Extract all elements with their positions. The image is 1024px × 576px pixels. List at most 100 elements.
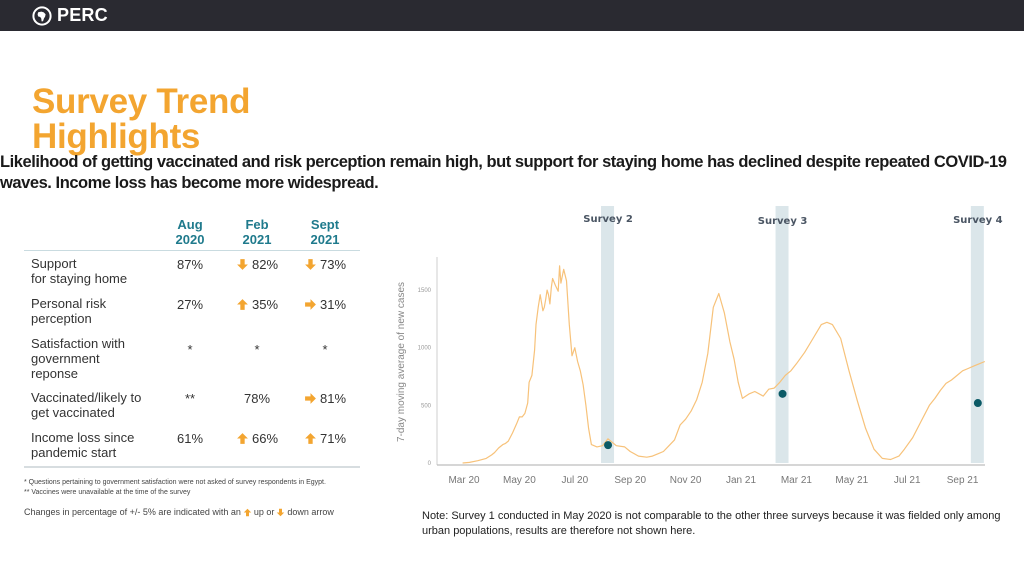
row-label-line: perception [31, 311, 92, 326]
row-label-line: reponse [31, 366, 78, 381]
table-cell: 71% [290, 431, 360, 446]
x-tick-label: Mar 20 [448, 475, 480, 486]
survey-label: Survey 2 [583, 214, 633, 225]
column-header-year: 2020 [175, 232, 205, 247]
survey-band [601, 206, 615, 463]
cell-value: 31% [319, 297, 347, 312]
arrow-right-icon [305, 393, 316, 404]
table-cell: ** [155, 391, 225, 406]
row-label: Vaccinated/likely to get vaccinated [31, 390, 161, 420]
table-cell: * [290, 342, 360, 357]
arrow-up-icon [237, 433, 248, 444]
cell-value: 78% [243, 391, 271, 406]
survey-bands: Survey 2 Survey 3 Survey 4 [583, 206, 1003, 463]
row-label-line: Personal risk [31, 296, 107, 311]
x-tick-label: Sep 20 [614, 475, 646, 486]
table-cell: 66% [222, 431, 292, 446]
row-label: Support for staying home [31, 256, 161, 286]
survey-markers [604, 389, 982, 450]
note-vaccines-unavailable: ** Vaccines were unavailable at the time… [24, 489, 191, 496]
top-bar: PERC [0, 0, 1024, 31]
legend-text: Changes in percentage of +/- 5% are indi… [24, 507, 241, 517]
row-label: Income loss since pandemic start [31, 430, 161, 460]
page-title: Survey Trend Highlights [32, 82, 251, 156]
row-label-line: get vaccinated [31, 405, 115, 420]
x-tick-label: Sep 21 [947, 475, 979, 486]
column-header-year: 2021 [310, 232, 340, 247]
y-ticks: 0 500 1000 1500 [418, 288, 432, 467]
table-cell: 73% [290, 257, 360, 272]
cell-value: 27% [176, 297, 204, 312]
row-label-line: Vaccinated/likely to [31, 390, 142, 405]
table-header-divider [24, 250, 360, 251]
cell-value: 73% [319, 257, 347, 272]
x-tick-label: Nov 20 [670, 475, 702, 486]
table-cell: 87% [155, 257, 225, 272]
x-tick-label: May 21 [835, 475, 868, 486]
y-tick-label: 1000 [418, 346, 432, 352]
arrow-up-icon [243, 508, 252, 516]
y-tick-label: 1500 [418, 288, 432, 294]
cell-value: ** [184, 391, 196, 406]
row-label-line: for staying home [31, 271, 128, 286]
table-cell: 81% [290, 391, 360, 406]
column-header-month: Feb [245, 217, 269, 232]
row-label-line: Satisfaction with [31, 336, 125, 351]
table-cell: 27% [155, 297, 225, 312]
column-header-aug-2020: Aug 2020 [160, 217, 220, 247]
legend-up-text: up or [253, 507, 275, 517]
table-cell: * [155, 342, 225, 357]
survey-label: Survey 3 [758, 216, 808, 227]
column-header-month: Aug [177, 217, 203, 232]
cases-line-chart: Survey 2 Survey 3 Survey 4 0 500 1000 1500 Ma… [396, 206, 1003, 486]
x-tick-label: Mar 21 [781, 475, 813, 486]
cell-value: 35% [251, 297, 279, 312]
row-label-line: Income loss since [31, 430, 135, 445]
survey-band [970, 206, 984, 463]
arrow-down-icon [277, 508, 285, 516]
survey-label: Survey 4 [953, 215, 1003, 226]
x-tick-label: Jul 20 [561, 475, 588, 486]
africa-globe-icon [32, 5, 52, 26]
arrow-down-icon [237, 259, 248, 270]
table-cell: * [222, 342, 292, 357]
note-government-satisfaction: * Questions pertaining to government sat… [24, 479, 326, 486]
x-ticks: Mar 20 May 20 Jul 20 Sep 20 Nov 20 Jan 21 Mar … [448, 475, 978, 486]
cell-value: 87% [176, 257, 204, 272]
column-header-sept-2021: Sept 2021 [295, 217, 355, 247]
cell-value: * [322, 342, 328, 357]
y-tick-label: 500 [421, 403, 432, 409]
x-tick-label: Jul 21 [894, 475, 921, 486]
table-cell: 82% [222, 257, 292, 272]
arrow-up-icon [305, 433, 316, 444]
column-header-feb-2021: Feb 2021 [227, 217, 287, 247]
cell-value: 66% [251, 431, 279, 446]
perc-logo[interactable]: PERC [32, 5, 108, 26]
survey-band [775, 206, 789, 463]
survey-marker [778, 389, 787, 398]
row-label: Satisfaction with government reponse [31, 336, 161, 381]
row-label-line: Support [31, 256, 77, 271]
cell-value: 61% [176, 431, 204, 446]
arrow-right-icon [305, 299, 316, 310]
cell-value: * [254, 342, 260, 357]
arrow-legend: Changes in percentage of +/- 5% are indi… [24, 507, 334, 517]
cell-value: * [187, 342, 193, 357]
x-tick-label: Jan 21 [726, 475, 756, 486]
cell-value: 71% [319, 431, 347, 446]
table-cell: 61% [155, 431, 225, 446]
column-header-month: Sept [310, 217, 340, 232]
table-notes: * Questions pertaining to government sat… [24, 478, 326, 498]
cell-value: 81% [319, 391, 347, 406]
table-cell: 31% [290, 297, 360, 312]
arrow-down-icon [305, 259, 316, 270]
survey-marker [604, 441, 613, 450]
table-bottom-divider [24, 466, 360, 468]
arrow-up-icon [237, 299, 248, 310]
cell-value: 82% [251, 257, 279, 272]
x-tick-label: May 20 [503, 475, 536, 486]
cases-series-line [462, 265, 986, 464]
y-axis-label: 7-day moving average of new cases [396, 282, 407, 442]
column-header-year: 2021 [242, 232, 272, 247]
row-label-line: pandemic start [31, 445, 117, 460]
